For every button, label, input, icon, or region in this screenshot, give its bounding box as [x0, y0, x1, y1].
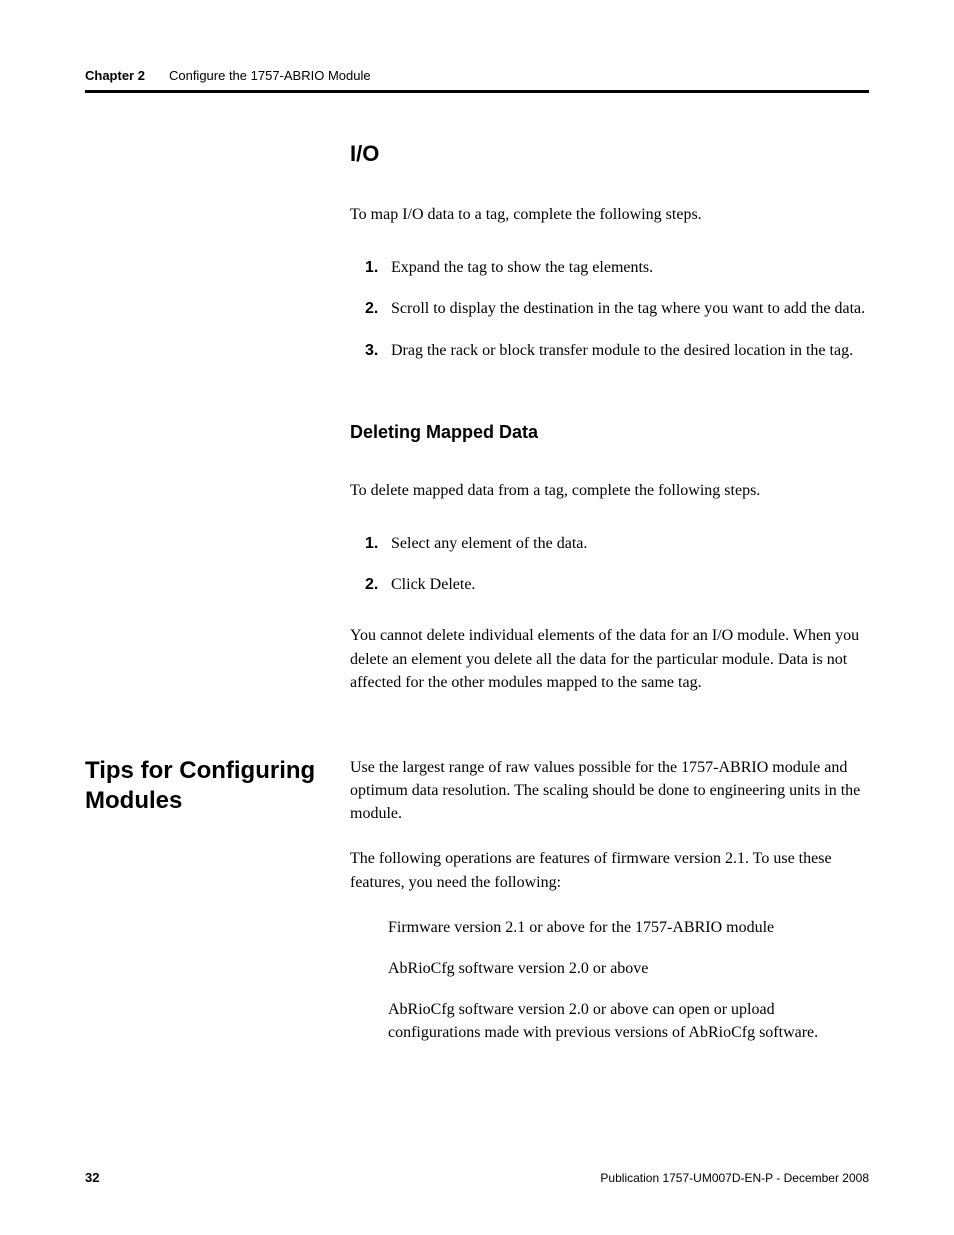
page-header: Chapter 2 Configure the 1757-ABRIO Modul… — [85, 68, 869, 93]
list-number: 1. — [365, 256, 391, 279]
chapter-title: Configure the 1757-ABRIO Module — [169, 68, 371, 83]
page-footer: 32 Publication 1757-UM007D-EN-P - Decemb… — [85, 1170, 869, 1185]
list-item: 1. Select any element of the data. — [365, 532, 870, 555]
page-container: Chapter 2 Configure the 1757-ABRIO Modul… — [0, 0, 954, 1235]
tips-bullet-list: Firmware version 2.1 or above for the 17… — [350, 916, 869, 1045]
heading-tips-configuring-modules: Tips for Configuring Modules — [85, 756, 330, 816]
tips-paragraph-2: The following operations are features of… — [350, 847, 869, 893]
heading-deleting-mapped-data: Deleting Mapped Data — [350, 422, 870, 443]
list-text: Click Delete. — [391, 573, 475, 596]
sidebar-column: Tips for Configuring Modules — [85, 756, 350, 816]
delete-note-text: You cannot delete individual elements of… — [350, 624, 870, 694]
list-number: 1. — [365, 532, 391, 555]
delete-intro-text: To delete mapped data from a tag, comple… — [350, 479, 870, 502]
list-item: 1. Expand the tag to show the tag elemen… — [365, 256, 870, 279]
list-text: Select any element of the data. — [391, 532, 587, 555]
list-item: AbRioCfg software version 2.0 or above c… — [388, 998, 869, 1044]
section-tips: Tips for Configuring Modules Use the lar… — [85, 756, 869, 1073]
list-item: 2. Click Delete. — [365, 573, 870, 596]
publication-info: Publication 1757-UM007D-EN-P - December … — [600, 1171, 869, 1185]
list-number: 3. — [365, 339, 391, 362]
list-item: AbRioCfg software version 2.0 or above — [388, 957, 869, 980]
heading-io: I/O — [350, 141, 870, 167]
list-number: 2. — [365, 573, 391, 596]
list-text: Expand the tag to show the tag elements. — [391, 256, 653, 279]
io-steps-list: 1. Expand the tag to show the tag elemen… — [350, 256, 870, 362]
list-text: Scroll to display the destination in the… — [391, 297, 865, 320]
section-deleting-mapped-data: Deleting Mapped Data To delete mapped da… — [350, 422, 870, 694]
page-number: 32 — [85, 1170, 99, 1185]
list-number: 2. — [365, 297, 391, 320]
main-column: Use the largest range of raw values poss… — [350, 756, 869, 1073]
delete-steps-list: 1. Select any element of the data. 2. Cl… — [350, 532, 870, 596]
tips-paragraph-1: Use the largest range of raw values poss… — [350, 756, 869, 826]
list-item: Firmware version 2.1 or above for the 17… — [388, 916, 869, 939]
io-intro-text: To map I/O data to a tag, complete the f… — [350, 203, 870, 226]
page-content: I/O To map I/O data to a tag, complete t… — [85, 141, 869, 1073]
chapter-label: Chapter 2 — [85, 68, 145, 83]
list-item: 3. Drag the rack or block transfer modul… — [365, 339, 870, 362]
list-item: 2. Scroll to display the destination in … — [365, 297, 870, 320]
list-text: Drag the rack or block transfer module t… — [391, 339, 853, 362]
section-io: I/O To map I/O data to a tag, complete t… — [350, 141, 870, 362]
